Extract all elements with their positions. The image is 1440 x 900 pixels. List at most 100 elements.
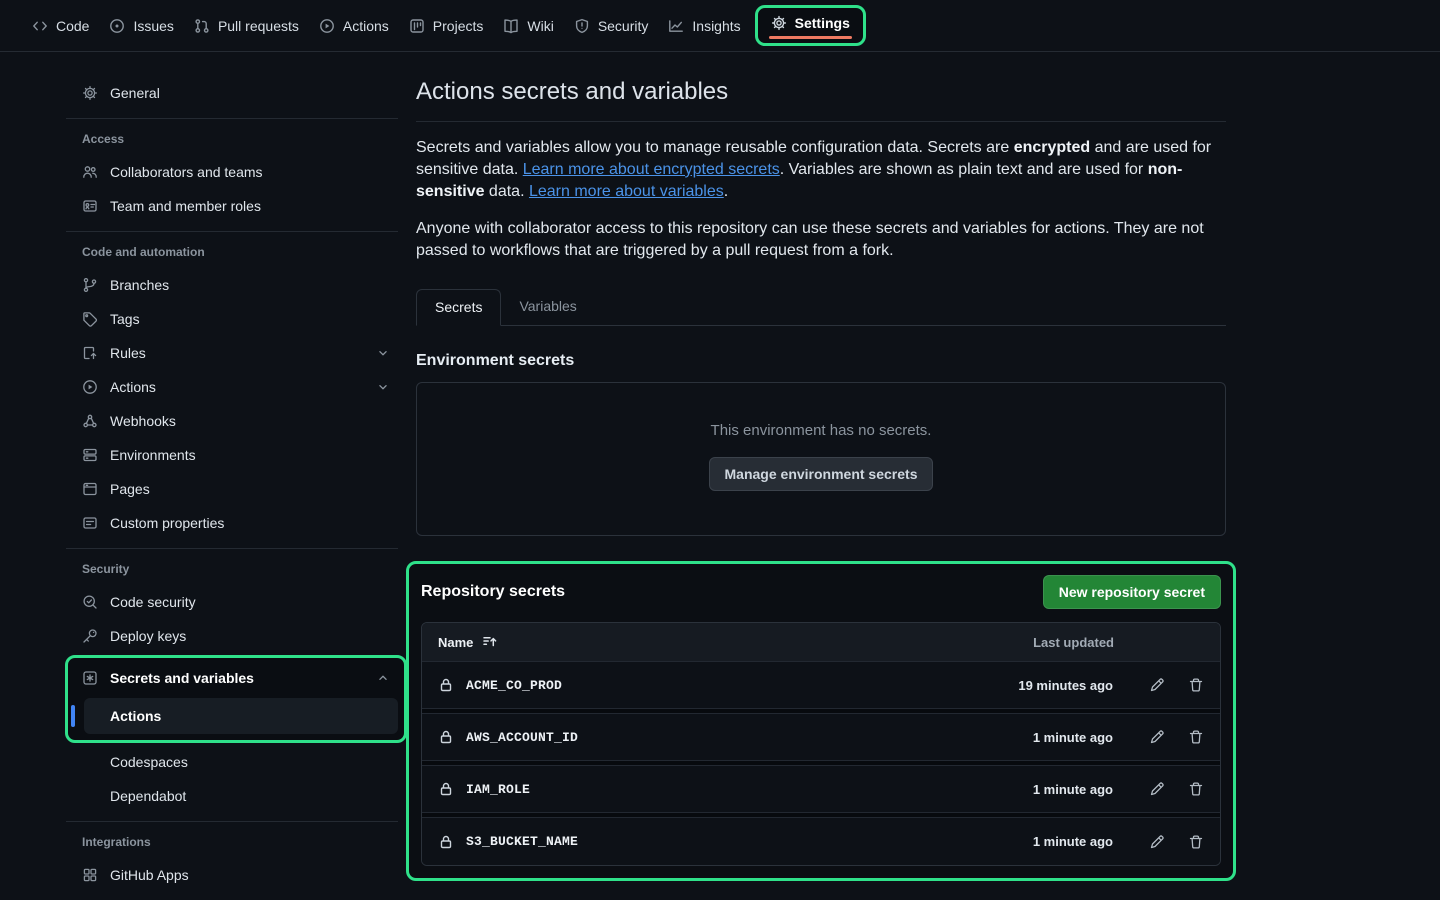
highlight-box-settings: Settings — [755, 5, 866, 46]
play-circle-icon — [82, 379, 98, 395]
sidebar-item-label: Environments — [110, 447, 196, 463]
people-icon — [82, 164, 98, 180]
pencil-icon — [1149, 781, 1165, 797]
secret-last-updated: 1 minute ago — [1033, 782, 1113, 797]
chevron-down-icon — [376, 380, 390, 394]
nav-tab-label: Pull requests — [218, 18, 299, 34]
sidebar-item-code-security[interactable]: Code security — [74, 585, 398, 619]
sidebar-item-tags[interactable]: Tags — [74, 302, 398, 336]
edit-secret-button[interactable] — [1149, 677, 1165, 693]
pencil-icon — [1149, 729, 1165, 745]
intro-paragraph: Secrets and variables allow you to manag… — [416, 137, 1226, 203]
secret-name: S3_BUCKET_NAME — [466, 834, 578, 849]
nav-tab-insights[interactable]: Insights — [658, 12, 750, 40]
sidebar-item-label: Code security — [110, 594, 196, 610]
gear-icon — [82, 85, 98, 101]
intro-paragraph-2: Anyone with collaborator access to this … — [416, 218, 1226, 262]
lock-icon — [438, 729, 454, 745]
sidebar-item-rules[interactable]: Rules — [74, 336, 398, 370]
sidebar-item-label: Collaborators and teams — [110, 164, 263, 180]
lock-icon — [438, 834, 454, 850]
sort-ascending-control[interactable] — [482, 634, 498, 650]
nav-tab-code[interactable]: Code — [22, 12, 99, 40]
sidebar-item-custom-properties[interactable]: Custom properties — [74, 506, 398, 540]
nav-tab-security[interactable]: Security — [564, 12, 659, 40]
tag-icon — [82, 311, 98, 327]
row-actions — [1149, 729, 1204, 745]
sidebar-item-label: Rules — [110, 345, 146, 361]
sidebar-item-github-apps[interactable]: GitHub Apps — [74, 858, 398, 892]
chevron-down-icon — [376, 346, 390, 360]
delete-secret-button[interactable] — [1188, 729, 1204, 745]
edit-secret-button[interactable] — [1149, 834, 1165, 850]
sidebar-section-integrations: Integrations — [74, 832, 398, 852]
sidebar-item-branches[interactable]: Branches — [74, 268, 398, 302]
secret-name: ACME_CO_PROD — [466, 678, 562, 693]
tab-variables[interactable]: Variables — [501, 289, 594, 325]
sidebar-item-secrets-and-variables[interactable]: Secrets and variables — [74, 661, 398, 695]
new-repository-secret-button[interactable]: New repository secret — [1043, 575, 1221, 609]
sidebar-item-label: General — [110, 85, 160, 101]
sidebar-item-collaborators[interactable]: Collaborators and teams — [74, 155, 398, 189]
delete-secret-button[interactable] — [1188, 781, 1204, 797]
edit-secret-button[interactable] — [1149, 781, 1165, 797]
book-icon — [503, 18, 519, 34]
intro-bold-encrypted: encrypted — [1014, 139, 1090, 156]
sidebar-subitem-actions[interactable]: Actions — [84, 698, 398, 734]
secret-name: AWS_ACCOUNT_ID — [466, 730, 578, 745]
main-content: Actions secrets and variables Secrets an… — [416, 52, 1226, 900]
sidebar-item-label: Pages — [110, 481, 150, 497]
shield-icon — [574, 18, 590, 34]
link-encrypted-secrets[interactable]: Learn more about encrypted secrets — [523, 161, 780, 178]
trash-icon — [1188, 834, 1204, 850]
settings-sidebar: General Access Collaborators and teams T… — [0, 52, 416, 900]
nav-tab-actions[interactable]: Actions — [309, 12, 399, 40]
sidebar-item-environments[interactable]: Environments — [74, 438, 398, 472]
intro-text: . Variables are shown as plain text and … — [780, 161, 1148, 178]
table-header-row: Name Last updated — [422, 623, 1220, 661]
nav-tab-wiki[interactable]: Wiki — [493, 12, 563, 40]
trash-icon — [1188, 729, 1204, 745]
intro-text: data. — [484, 183, 528, 200]
sidebar-item-email-notifications[interactable]: Email notifications — [74, 892, 398, 900]
sidebar-item-label: Codespaces — [110, 754, 188, 770]
last-updated-column-header: Last updated — [1033, 635, 1114, 650]
delete-secret-button[interactable] — [1188, 834, 1204, 850]
link-variables[interactable]: Learn more about variables — [529, 183, 724, 200]
sidebar-item-label: Team and member roles — [110, 198, 261, 214]
sidebar-item-general[interactable]: General — [74, 76, 398, 110]
sidebar-item-deploy-keys[interactable]: Deploy keys — [74, 619, 398, 653]
sidebar-item-pages[interactable]: Pages — [74, 472, 398, 506]
sidebar-subitem-dependabot[interactable]: Dependabot — [74, 779, 398, 813]
active-tab-underline — [769, 36, 852, 39]
nav-tab-pull-requests[interactable]: Pull requests — [184, 12, 309, 40]
sidebar-item-label: Custom properties — [110, 515, 224, 531]
sidebar-item-label: Secrets and variables — [110, 670, 254, 686]
pencil-icon — [1149, 834, 1165, 850]
delete-secret-button[interactable] — [1188, 677, 1204, 693]
tab-secrets[interactable]: Secrets — [416, 289, 501, 326]
nav-tab-projects[interactable]: Projects — [399, 12, 494, 40]
sidebar-item-webhooks[interactable]: Webhooks — [74, 404, 398, 438]
sidebar-item-actions[interactable]: Actions — [74, 370, 398, 404]
lock-icon — [438, 677, 454, 693]
manage-environment-secrets-button[interactable]: Manage environment secrets — [709, 457, 934, 491]
repository-secrets-table: Name Last updated ACME_CO_PROD 19 minute… — [421, 622, 1221, 866]
highlight-box-secrets: Secrets and variables Actions — [65, 655, 407, 743]
sidebar-item-label: Branches — [110, 277, 169, 293]
sidebar-item-label: Actions — [110, 708, 161, 724]
issue-opened-icon — [109, 18, 125, 34]
environment-secrets-panel: This environment has no secrets. Manage … — [416, 382, 1226, 536]
lock-icon — [438, 781, 454, 797]
sidebar-item-team-roles[interactable]: Team and member roles — [74, 189, 398, 223]
nav-tab-issues[interactable]: Issues — [99, 12, 183, 40]
sidebar-subitem-codespaces[interactable]: Codespaces — [74, 745, 398, 779]
sort-ascending-icon — [482, 634, 498, 650]
nav-tab-label: Projects — [433, 18, 484, 34]
page-title: Actions secrets and variables — [416, 78, 1226, 106]
nav-tab-label: Wiki — [527, 18, 553, 34]
nav-tab-settings[interactable]: Settings — [765, 11, 856, 31]
repository-secrets-header: Repository secrets New repository secret — [421, 575, 1221, 609]
code-icon — [32, 18, 48, 34]
edit-secret-button[interactable] — [1149, 729, 1165, 745]
